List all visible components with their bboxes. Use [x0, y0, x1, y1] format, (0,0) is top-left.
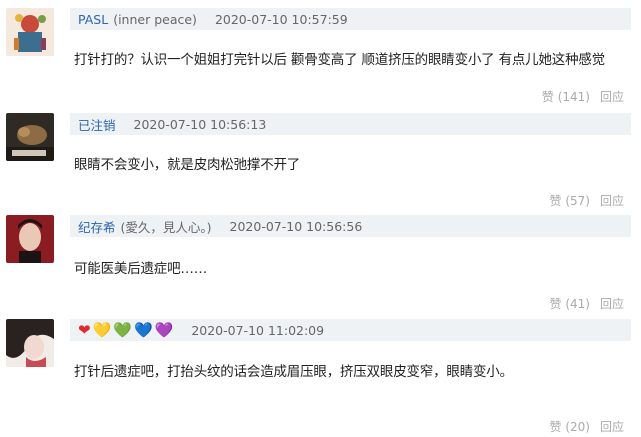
- comment-item: 已注销 2020-07-10 10:56:13 眼睛不会变小，就是皮肉松弛撑不开…: [0, 113, 641, 213]
- user-signature: (愛久，見人心。): [120, 219, 212, 235]
- reply-button[interactable]: 回应: [600, 295, 624, 312]
- username-link[interactable]: 纪存希: [78, 217, 116, 236]
- reply-button[interactable]: 回应: [600, 418, 624, 435]
- avatar[interactable]: [6, 215, 54, 263]
- avatar[interactable]: [6, 113, 54, 161]
- green-heart-icon: 💚: [113, 320, 132, 339]
- comment-header: ❤ 💛 💚 💙 💜 2020-07-10 11:02:09: [70, 319, 631, 341]
- comment-item: 纪存希 (愛久，見人心。) 2020-07-10 10:56:56 可能医美后遗…: [0, 215, 641, 315]
- comment-text: 打针打的？认识一个姐姐打完针以后 颧骨变高了 顺道挤压的眼睛变小了 有点儿她这种…: [74, 52, 605, 68]
- comment-text: 可能医美后遗症吧……: [74, 261, 207, 277]
- comment-time: 2020-07-10 10:56:56: [229, 218, 363, 234]
- avatar[interactable]: [6, 8, 54, 56]
- reply-button[interactable]: 回应: [600, 192, 624, 209]
- like-button[interactable]: 赞 (20): [550, 418, 590, 435]
- comment-actions: 赞 (141) 回应: [542, 88, 624, 105]
- reply-button[interactable]: 回应: [600, 88, 624, 105]
- comment-header: PASL (inner peace) 2020-07-10 10:57:59: [70, 8, 631, 30]
- avatar[interactable]: [6, 319, 54, 367]
- comment-time: 2020-07-10 10:57:59: [214, 11, 348, 27]
- comment-actions: 赞 (57) 回应: [550, 192, 624, 209]
- comment-time: 2020-07-10 10:56:13: [133, 116, 267, 132]
- comment-item: ❤ 💛 💚 💙 💜 2020-07-10 11:02:09 打针后遗症吧，打抬头…: [0, 319, 641, 437]
- user-signature: (inner peace): [113, 11, 197, 27]
- comment-item: PASL (inner peace) 2020-07-10 10:57:59 打…: [0, 8, 641, 108]
- avatar-image: [6, 113, 54, 161]
- like-button[interactable]: 赞 (141): [542, 88, 590, 105]
- comment-time: 2020-07-10 11:02:09: [191, 322, 325, 338]
- red-heart-icon: ❤: [78, 320, 91, 339]
- username-link[interactable]: PASL: [78, 12, 108, 27]
- comment-text: 打针后遗症吧，打抬头纹的话会造成眉压眼，挤压双眼皮变窄，眼睛变小。: [74, 364, 513, 380]
- like-button[interactable]: 赞 (41): [550, 295, 590, 312]
- avatar-image: [6, 215, 54, 263]
- comment-header: 已注销 2020-07-10 10:56:13: [70, 113, 631, 135]
- avatar-image: [6, 8, 54, 56]
- blue-heart-icon: 💙: [133, 320, 153, 339]
- username-hearts[interactable]: ❤ 💛 💚 💙 💜: [78, 320, 174, 339]
- comment-actions: 赞 (20) 回应: [550, 418, 624, 435]
- purple-heart-icon: 💜: [154, 320, 174, 339]
- comment-header: 纪存希 (愛久，見人心。) 2020-07-10 10:56:56: [70, 215, 631, 237]
- username-link[interactable]: 已注销: [78, 115, 116, 134]
- comment-text: 眼睛不会变小，就是皮肉松弛撑不开了: [74, 157, 301, 173]
- like-button[interactable]: 赞 (57): [550, 192, 590, 209]
- avatar-image: [6, 319, 54, 367]
- yellow-heart-icon: 💛: [92, 320, 112, 339]
- comment-actions: 赞 (41) 回应: [550, 295, 624, 312]
